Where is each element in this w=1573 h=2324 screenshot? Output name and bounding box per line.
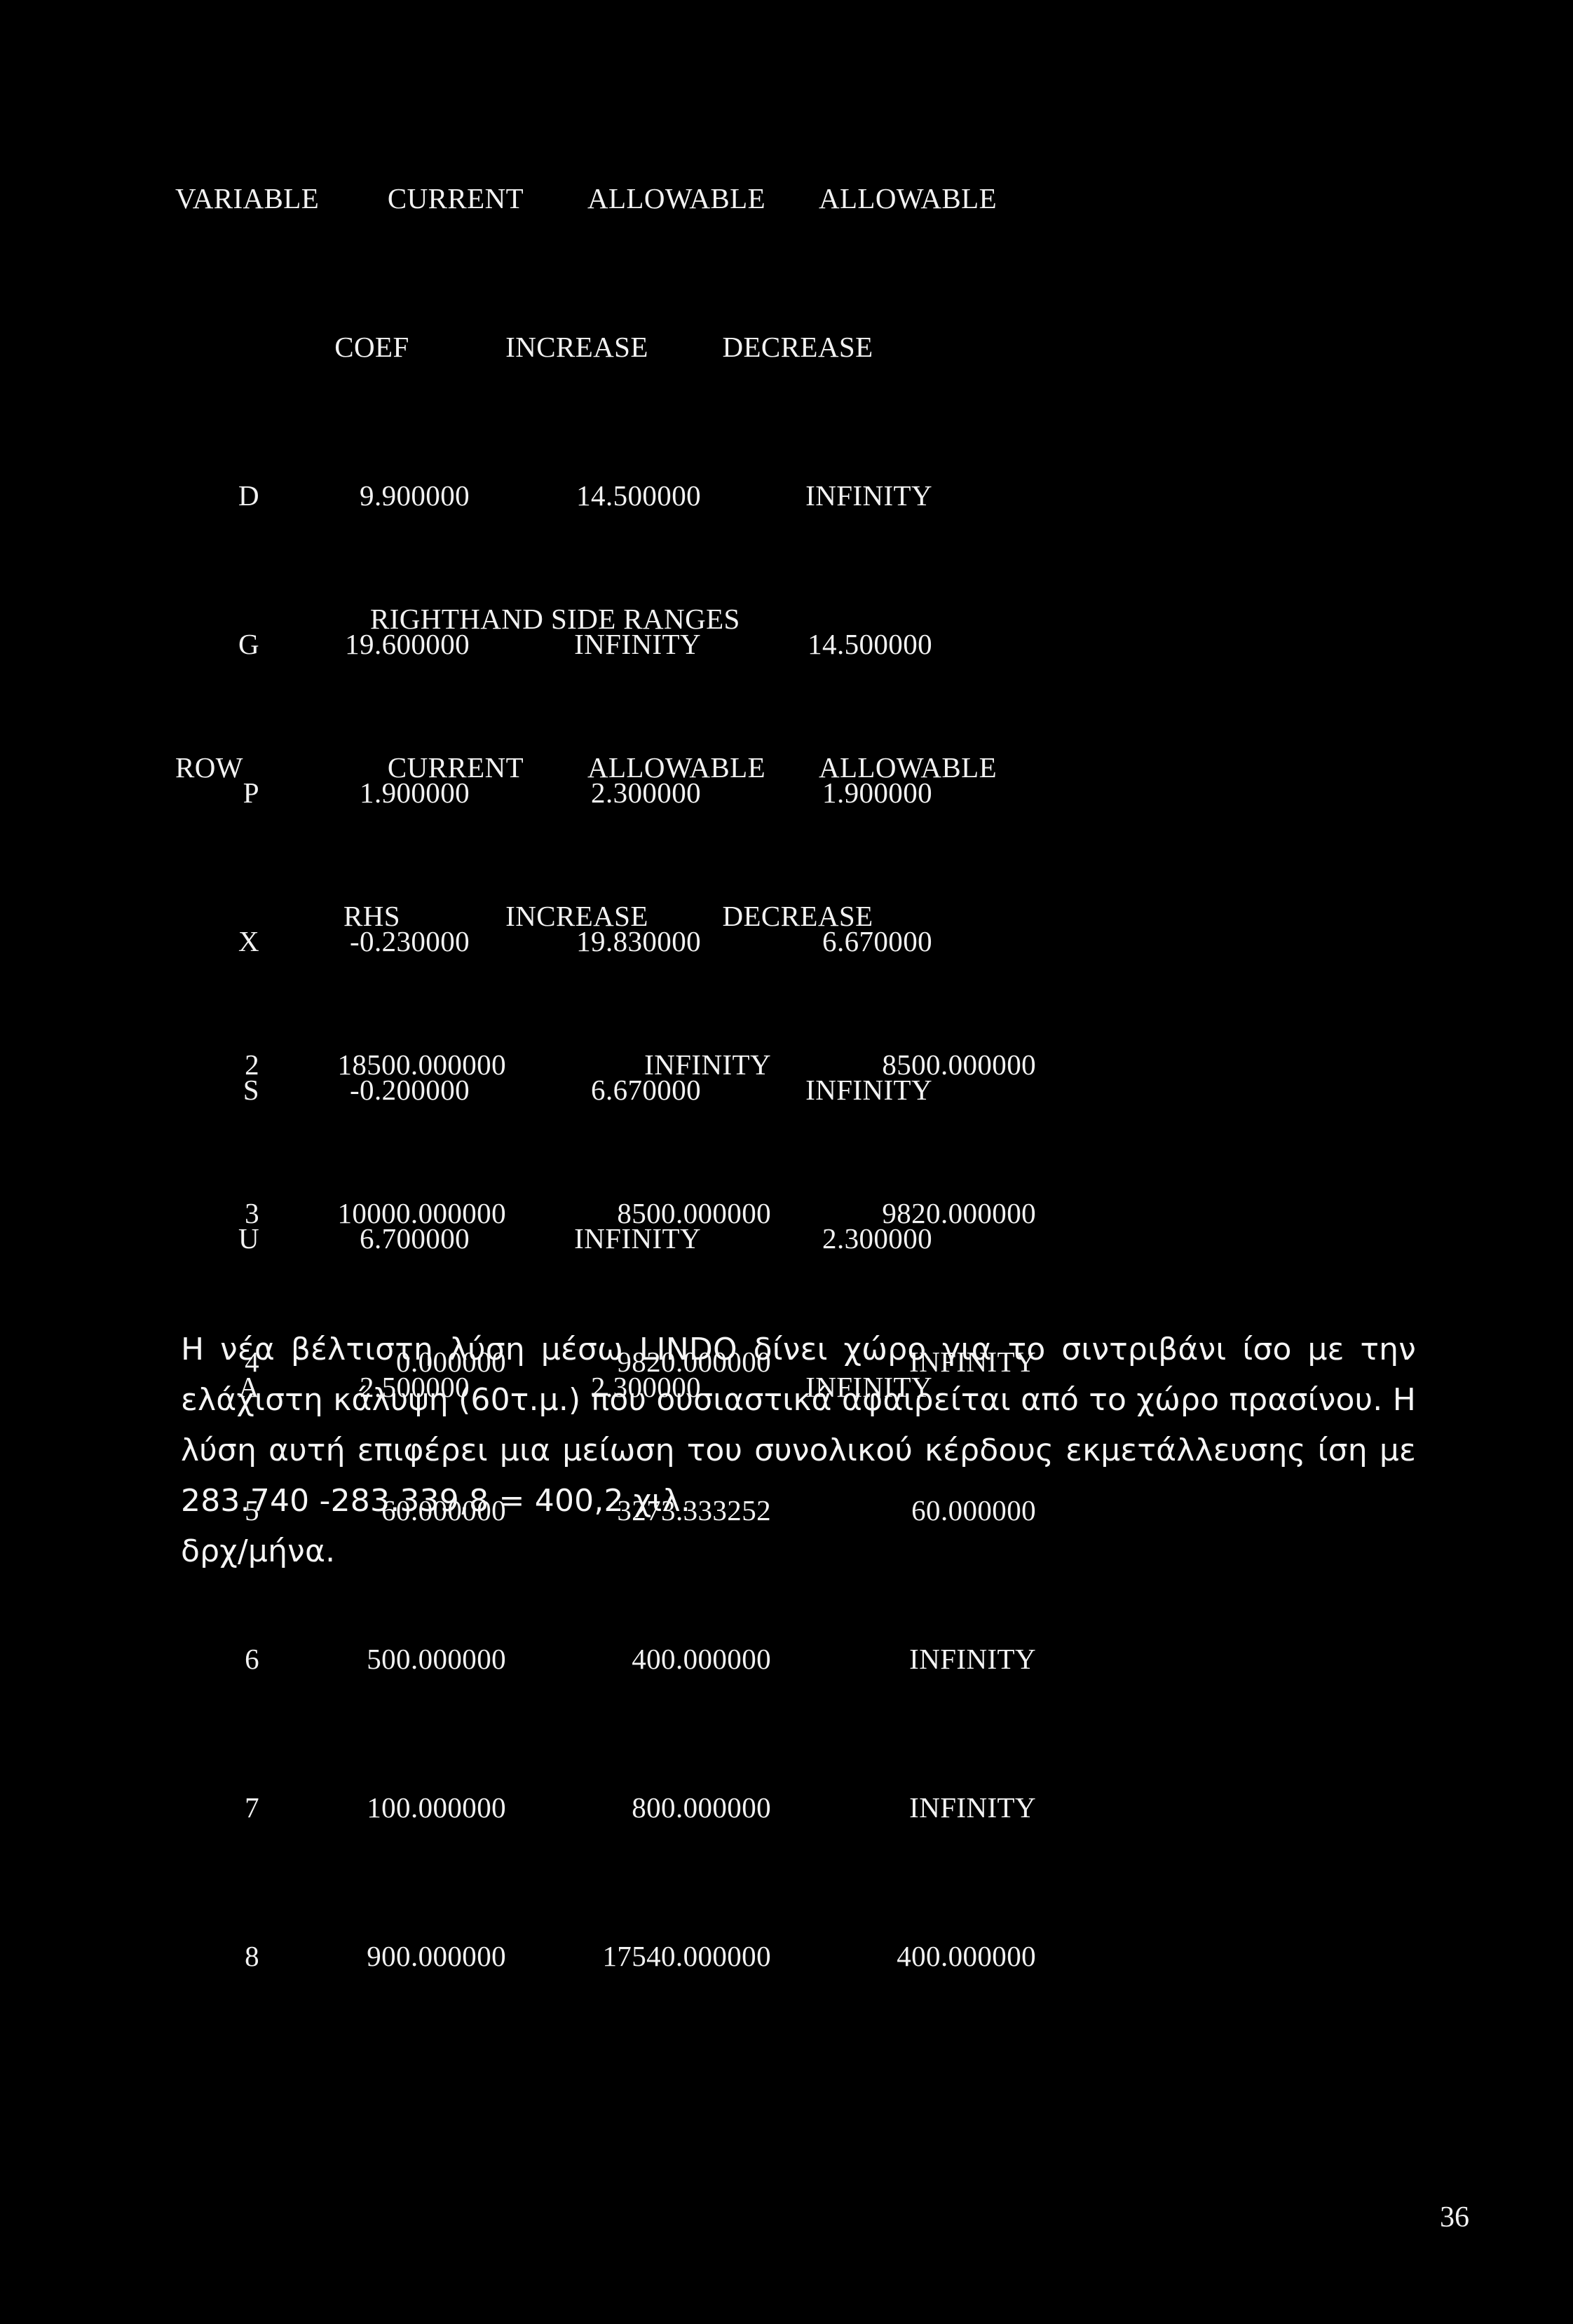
cell-allowable-decrease: 9820.000000 <box>882 1197 1036 1229</box>
cell-current-rhs: 18500.000000 <box>337 1048 506 1081</box>
cell-allowable-decrease: 8500.000000 <box>882 1048 1036 1081</box>
cell-allowable-increase: INFINITY <box>644 1048 771 1081</box>
cell-row-number: 3 <box>245 1197 259 1229</box>
cell-current-rhs: 900.000000 <box>367 1940 506 1972</box>
column-header-allowable-decrease-top: ALLOWABLE <box>818 751 997 784</box>
table-row: 8 900.000000 17540.000000 400.000000 <box>175 1938 1054 1975</box>
table-row: 6 500.000000 400.000000 INFINITY <box>175 1641 1054 1678</box>
section-title-righthand-side-ranges: RIGHTHAND SIDE RANGES <box>370 603 740 635</box>
cell-row-number: 6 <box>245 1643 259 1675</box>
column-subheader-decrease: DECREASE <box>722 331 873 363</box>
table-row: 7 100.000000 800.000000 INFINITY <box>175 1789 1054 1826</box>
cell-allowable-increase: 800.000000 <box>632 1791 771 1824</box>
cell-allowable-decrease: INFINITY <box>909 1791 1036 1824</box>
page-number: 36 <box>1440 2201 1469 2234</box>
column-header-allowable-increase-top: ALLOWABLE <box>587 751 766 784</box>
cell-current-rhs: 10000.000000 <box>337 1197 506 1229</box>
table-header-row-1: ROW CURRENT ALLOWABLE ALLOWABLE <box>175 749 1054 786</box>
cell-allowable-increase: 8500.000000 <box>617 1197 771 1229</box>
column-header-current: CURRENT <box>387 751 524 784</box>
column-header-current: CURRENT <box>387 182 524 214</box>
column-subheader-decrease: DECREASE <box>722 900 873 932</box>
column-header-allowable-decrease-top: ALLOWABLE <box>818 182 997 214</box>
table-row: 2 18500.000000 INFINITY 8500.000000 <box>175 1046 1054 1084</box>
table-header-row-2: COEF INCREASE DECREASE <box>175 329 1023 366</box>
column-header-variable: VARIABLE <box>175 182 320 214</box>
righthand-side-ranges-table: RIGHTHAND SIDE RANGES ROW CURRENT ALLOWABL… <box>175 489 1054 2049</box>
column-header-allowable-increase-top: ALLOWABLE <box>587 182 766 214</box>
table-row: 3 10000.000000 8500.000000 9820.000000 <box>175 1195 1054 1232</box>
cell-row-number: 7 <box>245 1791 259 1824</box>
cell-allowable-decrease: 400.000000 <box>897 1940 1036 1972</box>
cell-current-rhs: 100.000000 <box>367 1791 506 1824</box>
column-header-row: ROW <box>175 751 243 784</box>
commentary-last-line: δρχ/μήνα. <box>181 1533 336 1569</box>
column-subheader-increase: INCREASE <box>505 900 648 932</box>
column-subheader-coef: COEF <box>334 331 409 363</box>
table-header-row-1: VARIABLE CURRENT ALLOWABLE ALLOWABLE <box>175 180 1023 217</box>
column-subheader-increase: INCREASE <box>505 331 648 363</box>
commentary-body: Η νέα βέλτιστη λύση μέσω LINDO δίνει χώρ… <box>181 1332 1416 1519</box>
column-subheader-rhs: RHS <box>343 900 400 932</box>
cell-allowable-increase: 17540.000000 <box>602 1940 771 1972</box>
table-header-row-2: RHS INCREASE DECREASE <box>175 898 1054 935</box>
cell-allowable-decrease: INFINITY <box>909 1643 1036 1675</box>
cell-allowable-increase: 400.000000 <box>632 1643 771 1675</box>
cell-current-rhs: 500.000000 <box>367 1643 506 1675</box>
cell-row-number: 2 <box>245 1048 259 1081</box>
cell-row-number: 8 <box>245 1940 259 1972</box>
commentary-paragraph: Η νέα βέλτιστη λύση μέσω LINDO δίνει χώρ… <box>181 1325 1416 1577</box>
